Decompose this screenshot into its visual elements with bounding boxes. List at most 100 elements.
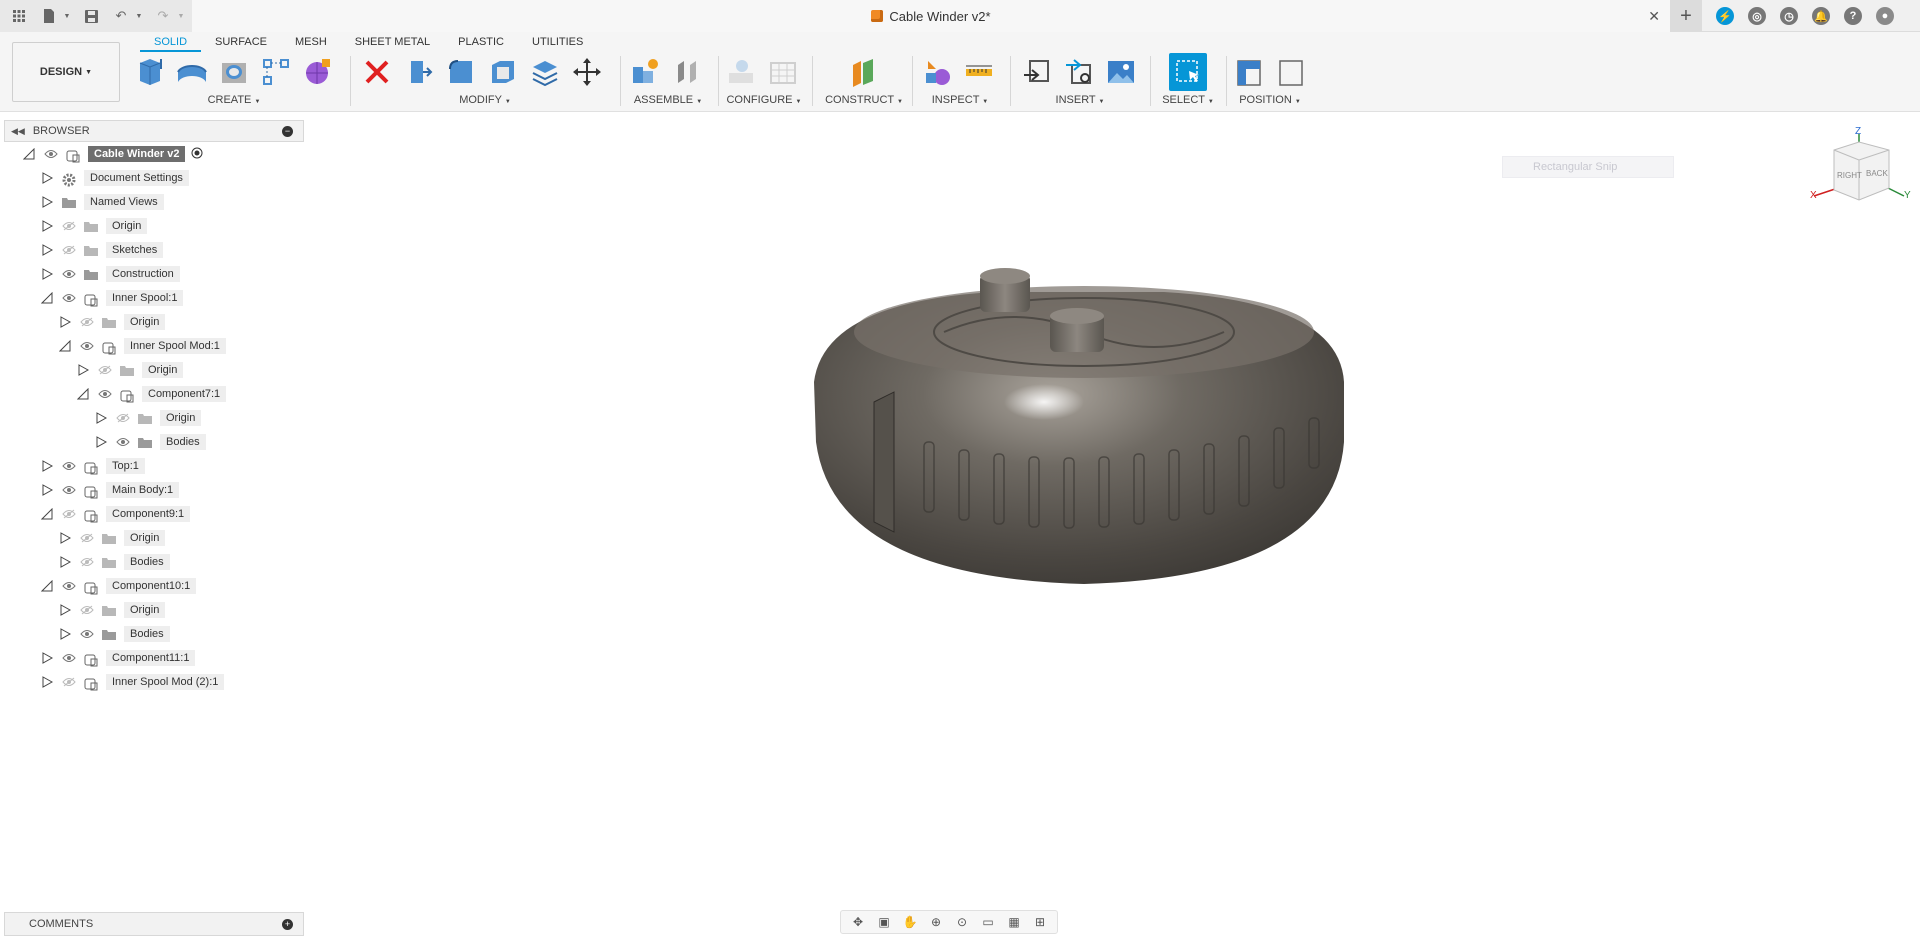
combine-icon[interactable] <box>528 55 562 89</box>
interference-icon[interactable] <box>920 55 954 89</box>
browser-tree-item[interactable]: Top:1 <box>40 456 145 476</box>
file-menu-dropdown-icon[interactable]: ▼ <box>62 5 72 27</box>
browser-tree-item[interactable]: Inner Spool:1 <box>40 288 184 308</box>
browser-tree-item[interactable]: Sketches <box>40 240 164 260</box>
browser-tree-item[interactable]: Cable Winder v2 <box>22 144 203 164</box>
browser-tree-item[interactable]: Component7:1 <box>76 384 227 404</box>
visibility-icon[interactable] <box>62 461 76 471</box>
browser-tree-item[interactable]: Bodies <box>94 432 206 452</box>
expand-triangle-icon[interactable] <box>58 600 72 620</box>
form-icon[interactable] <box>300 55 334 89</box>
browser-tree-item[interactable]: Origin <box>58 600 166 620</box>
expand-triangle-icon[interactable] <box>94 408 108 428</box>
configure-design-icon[interactable] <box>724 55 758 89</box>
visibility-icon[interactable] <box>62 581 76 591</box>
viewports-icon[interactable]: ⊞ <box>1029 913 1051 931</box>
visibility-icon[interactable] <box>44 149 58 159</box>
visibility-off-icon[interactable] <box>98 365 112 375</box>
orbit-icon[interactable]: ✥ <box>847 913 869 931</box>
undo-dropdown-icon[interactable]: ▼ <box>134 5 144 27</box>
document-tab[interactable]: Cable Winder v2* ✕ <box>192 0 1670 32</box>
pan-icon[interactable]: ✋ <box>899 913 921 931</box>
visibility-off-icon[interactable] <box>80 557 94 567</box>
expand-triangle-icon[interactable] <box>40 648 54 668</box>
insert-derive-icon[interactable] <box>1020 55 1054 89</box>
capture-position-icon[interactable] <box>1232 55 1266 89</box>
help-icon[interactable]: ? <box>1844 7 1862 25</box>
cube-face-back[interactable]: BACK <box>1866 169 1888 178</box>
delete-icon[interactable] <box>360 55 394 89</box>
create-menu[interactable]: CREATE ▼ <box>134 94 334 106</box>
collapse-panel-icon[interactable]: ◀◀ <box>11 126 25 137</box>
workspace-switcher[interactable]: DESIGN ▼ <box>12 42 120 102</box>
expand-triangle-icon[interactable] <box>76 360 90 380</box>
visibility-off-icon[interactable] <box>80 533 94 543</box>
select-menu[interactable]: SELECT ▼ <box>1158 94 1218 106</box>
redo-icon[interactable]: ↷ <box>152 5 174 27</box>
press-pull-icon[interactable] <box>402 55 436 89</box>
visibility-off-icon[interactable] <box>80 605 94 615</box>
visibility-off-icon[interactable] <box>62 509 76 519</box>
collapse-triangle-icon[interactable] <box>40 576 54 596</box>
expand-triangle-icon[interactable] <box>40 240 54 260</box>
expand-triangle-icon[interactable] <box>40 168 54 188</box>
tab-solid[interactable]: SOLID <box>140 32 202 52</box>
insert-mcmaster-icon[interactable] <box>1062 55 1096 89</box>
expand-triangle-icon[interactable] <box>40 480 54 500</box>
tab-plastic[interactable]: PLASTIC <box>444 32 518 52</box>
expand-triangle-icon[interactable] <box>40 192 54 212</box>
browser-tree-item[interactable]: Origin <box>76 360 184 380</box>
expand-triangle-icon[interactable] <box>58 528 72 548</box>
expand-triangle-icon[interactable] <box>40 456 54 476</box>
browser-tree-item[interactable]: Inner Spool Mod (2):1 <box>40 672 225 692</box>
revert-position-icon[interactable] <box>1274 55 1308 89</box>
visibility-icon[interactable] <box>116 437 130 447</box>
browser-tree-item[interactable]: Named Views <box>40 192 164 212</box>
position-menu[interactable]: POSITION ▼ <box>1232 94 1308 106</box>
visibility-off-icon[interactable] <box>62 245 76 255</box>
configure-menu[interactable]: CONFIGURE ▼ <box>724 94 804 106</box>
browser-tree-item[interactable]: Component10:1 <box>40 576 197 596</box>
collapse-triangle-icon[interactable] <box>40 504 54 524</box>
configuration-table-icon[interactable] <box>766 55 800 89</box>
display-settings-icon[interactable]: ▭ <box>977 913 999 931</box>
notifications-icon[interactable]: 🔔 <box>1812 7 1830 25</box>
visibility-icon[interactable] <box>62 653 76 663</box>
collapse-triangle-icon[interactable] <box>40 288 54 308</box>
browser-tree-item[interactable]: Bodies <box>58 552 170 572</box>
insert-menu[interactable]: INSERT ▼ <box>1020 94 1140 106</box>
collapse-triangle-icon[interactable] <box>76 384 90 404</box>
add-comment-icon[interactable]: + <box>282 919 293 930</box>
browser-tree-item[interactable]: Component9:1 <box>40 504 191 524</box>
inspect-menu[interactable]: INSPECT ▼ <box>920 94 1000 106</box>
visibility-off-icon[interactable] <box>62 221 76 231</box>
tab-sheet-metal[interactable]: SHEET METAL <box>341 32 444 52</box>
expand-triangle-icon[interactable] <box>58 552 72 572</box>
select-tool-icon[interactable] <box>1169 53 1207 91</box>
offline-status-icon[interactable]: ◎ <box>1748 7 1766 25</box>
insert-canvas-icon[interactable] <box>1104 55 1138 89</box>
offset-plane-icon[interactable] <box>847 55 881 89</box>
extrude-icon[interactable] <box>176 55 210 89</box>
browser-tree-item[interactable]: Origin <box>40 216 148 236</box>
visibility-icon[interactable] <box>62 269 76 279</box>
expand-triangle-icon[interactable] <box>58 312 72 332</box>
user-avatar[interactable]: ● <box>1876 7 1894 25</box>
rectangular-pattern-icon[interactable] <box>259 55 293 89</box>
look-at-icon[interactable]: ▣ <box>873 913 895 931</box>
view-cube[interactable]: X Z Y RIGHT BACK <box>1804 126 1914 216</box>
expand-triangle-icon[interactable] <box>40 216 54 236</box>
extensions-icon[interactable]: ⚡ <box>1716 7 1734 25</box>
minimize-browser-icon[interactable]: − <box>282 126 293 137</box>
visibility-icon[interactable] <box>80 341 94 351</box>
new-assembly-component-icon[interactable] <box>628 55 662 89</box>
joint-icon[interactable] <box>670 55 704 89</box>
redo-dropdown-icon[interactable]: ▼ <box>176 5 186 27</box>
hole-icon[interactable] <box>217 55 251 89</box>
construct-menu[interactable]: CONSTRUCT ▼ <box>824 94 904 106</box>
save-icon[interactable] <box>80 5 102 27</box>
browser-tree-item[interactable]: Origin <box>58 528 166 548</box>
activate-radio-icon[interactable] <box>191 147 203 162</box>
visibility-icon[interactable] <box>62 485 76 495</box>
visibility-icon[interactable] <box>80 629 94 639</box>
